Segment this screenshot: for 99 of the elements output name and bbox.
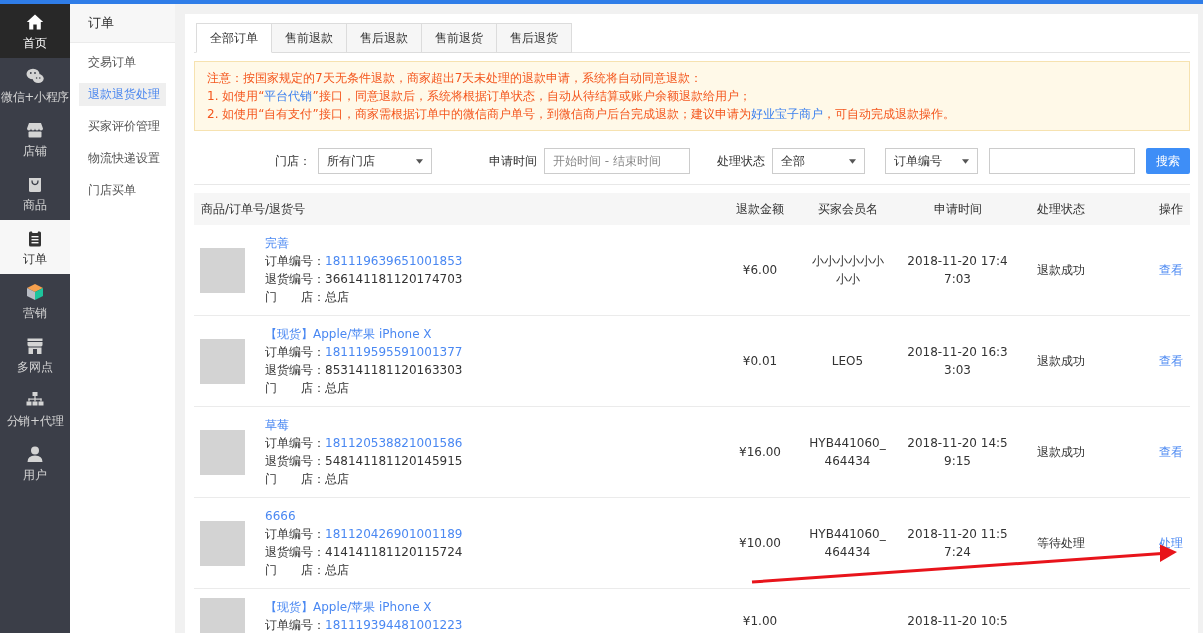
status-text: 等待处理 (1037, 535, 1085, 552)
sidebar-heading: 订单 (70, 4, 175, 43)
product-link[interactable]: 完善 (265, 234, 289, 252)
nav-item[interactable]: 店铺 (0, 112, 70, 166)
user-icon (26, 445, 44, 463)
search-field[interactable] (989, 148, 1135, 174)
store-text: 门 店：总店 (265, 562, 349, 579)
refund-amount: ¥6.00 (742, 262, 778, 279)
buyer-name: LEO5 (831, 353, 864, 370)
photo-placeholder (200, 338, 245, 384)
request-time: 2018-11-20 17:47:03 (906, 253, 1009, 288)
return-number-text: 退货编号：366141181120174703 (265, 271, 463, 288)
column-header: 退款金额 (736, 200, 784, 218)
column-header: 商品/订单号/退货号 (201, 200, 306, 218)
notice-text: 注意：按国家规定的7天无条件退款，商家超出7天未处理的退款申请，系统将自动同意退款： (207, 70, 704, 87)
nav-item[interactable]: 商品 (0, 166, 70, 220)
order-number-text: 订单编号：181119639651001853 (265, 253, 463, 270)
home-icon (26, 13, 44, 31)
filter-label: 门店： (274, 152, 311, 170)
sidebar-link[interactable]: 买家评价管理 (79, 115, 166, 138)
caret-icon (416, 158, 423, 164)
refund-amount: ¥0.01 (742, 353, 778, 370)
return-number-text: 退货编号：548141181120145915 (265, 453, 463, 470)
notice-text: 2. 如使用“自有支付”接口，商家需根据订单中的微信商户单号，到微信商户后台完成退款；建议申请为好业宝子商户，可自动完成退款操作。 (207, 106, 956, 123)
nav-item[interactable]: 分销+代理 (0, 382, 70, 436)
chat-bubbles-icon (26, 67, 44, 85)
request-time: 2018-11-20 10:5 (907, 612, 1008, 630)
clipboard-icon (26, 229, 44, 247)
nav-item[interactable]: 订单 (0, 220, 70, 274)
tab[interactable]: 售后退款 (347, 23, 422, 53)
filter-dropdown[interactable]: 全部 (772, 148, 865, 174)
product-link[interactable]: 【现货】Apple/苹果 iPhone X (265, 325, 432, 343)
sidebar-link[interactable]: 物流快递设置 (79, 147, 166, 170)
store-text: 门 店：总店 (265, 471, 349, 488)
action-link[interactable]: 查看 (1159, 352, 1183, 370)
order-number-link[interactable]: 181119595591001377 (325, 345, 463, 359)
nav-item[interactable]: 营销 (0, 274, 70, 328)
order-number-link[interactable]: 181119394481001223 (325, 618, 463, 632)
status-text: 退款成功 (1037, 353, 1085, 370)
action-link[interactable]: 查看 (1159, 443, 1183, 461)
order-number-text: 订单编号：181119595591001377 (265, 344, 463, 361)
shopping-bag-icon (26, 175, 44, 193)
product-link[interactable]: 草莓 (265, 416, 289, 434)
order-number-link[interactable]: 181119639651001853 (325, 254, 463, 268)
notice-link[interactable]: 平台代销 (264, 89, 313, 103)
tab[interactable]: 售前退款 (272, 23, 347, 53)
status-text: 退款成功 (1037, 444, 1085, 461)
notice-link[interactable]: 好业宝子商户 (750, 107, 823, 121)
refund-amount: ¥10.00 (739, 535, 781, 552)
notice-text: 1. 如使用“平台代销”接口，同意退款后，系统将根据订单状态，自动从待结算或账户余额退款给用户； (207, 88, 752, 105)
filter-label: 处理状态 (716, 152, 765, 170)
status-text: 退款成功 (1037, 262, 1085, 279)
storefront-icon (26, 337, 44, 355)
refund-amount: ¥1.00 (742, 612, 778, 630)
filter-label: 申请时间 (488, 152, 537, 170)
request-time: 2018-11-20 14:59:15 (906, 435, 1009, 470)
action-link[interactable]: 查看 (1159, 261, 1183, 279)
order-number-text: 订单编号：181120538821001586 (265, 435, 463, 452)
order-number-text: 订单编号：181119394481001223 (265, 617, 463, 633)
order-number-link[interactable]: 181120538821001586 (325, 436, 463, 450)
date-range-field[interactable]: 开始时间 - 结束时间 (544, 148, 690, 174)
request-time: 2018-11-20 11:57:24 (906, 526, 1009, 561)
filter-dropdown[interactable]: 所有门店 (318, 148, 432, 174)
tab[interactable]: 售前退货 (422, 23, 497, 53)
return-number-text: 退货编号：853141181120163303 (265, 362, 463, 379)
nav-item[interactable]: 用户 (0, 436, 70, 490)
product-link[interactable]: 6666 (265, 507, 296, 525)
column-header: 处理状态 (1037, 200, 1085, 218)
photo-placeholder (200, 429, 245, 475)
store-text: 门 店：总店 (265, 289, 349, 306)
request-time: 2018-11-20 16:33:03 (906, 344, 1009, 379)
refund-amount: ¥16.00 (739, 444, 781, 461)
buyer-name: 小小小小小小小小 (810, 253, 885, 288)
sidebar-link[interactable]: 交易订单 (79, 51, 166, 74)
photo-placeholder (200, 520, 245, 566)
caret-icon (849, 158, 856, 164)
nav-item[interactable]: 微信+小程序 (0, 58, 70, 112)
buyer-name: HYB441060_464434 (808, 435, 887, 470)
store-text: 门 店：总店 (265, 380, 349, 397)
photo-placeholder (200, 247, 245, 293)
org-chart-icon (26, 391, 44, 409)
column-header: 操作 (1159, 200, 1183, 218)
tab[interactable]: 全部订单 (196, 23, 272, 53)
order-number-text: 订单编号：181120426901001189 (265, 526, 463, 543)
cube-icon (26, 283, 44, 301)
return-number-text: 退货编号：414141181120115724 (265, 544, 463, 561)
nav-item[interactable]: 首页 (0, 4, 70, 58)
photo-placeholder (200, 598, 245, 633)
product-link[interactable]: 【现货】Apple/苹果 iPhone X (265, 598, 432, 616)
shop-icon (26, 121, 44, 139)
column-header: 买家会员名 (817, 200, 878, 218)
caret-icon (962, 158, 969, 164)
filter-dropdown[interactable]: 订单编号 (885, 148, 978, 174)
sidebar-link[interactable]: 门店买单 (79, 179, 166, 202)
column-header: 申请时间 (933, 200, 982, 218)
nav-item[interactable]: 多网点 (0, 328, 70, 382)
tab[interactable]: 售后退货 (497, 23, 572, 53)
order-number-link[interactable]: 181120426901001189 (325, 527, 463, 541)
buyer-name: HYB441060_464434 (808, 526, 887, 561)
